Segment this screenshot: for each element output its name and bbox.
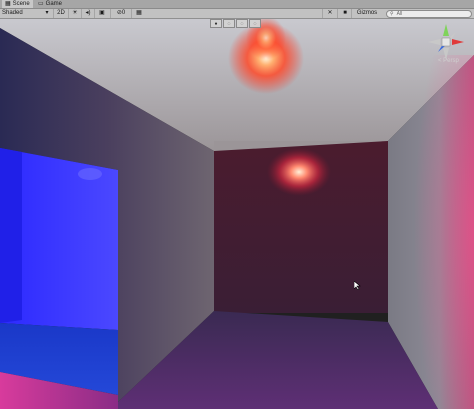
grid-icon[interactable]: ▦ (131, 9, 146, 18)
editor-tab-bar: ▦ Scene ▭ Game (0, 0, 474, 9)
tab-scene[interactable]: ▦ Scene (2, 0, 33, 8)
hidden-objects-count: 0 (121, 10, 126, 16)
hidden-objects-toggle[interactable]: ⊘ 0 (110, 9, 131, 18)
scene-viewport[interactable] (0, 19, 474, 409)
tab-game-label: Game (45, 1, 63, 7)
overlay-button-3[interactable]: ◌ (236, 19, 248, 28)
overlay-button-1[interactable]: ● (210, 19, 222, 28)
hierarchy-search-input[interactable]: ⚲ All (386, 10, 472, 18)
2d-mode-toggle[interactable]: 2D (53, 9, 68, 18)
projection-label[interactable]: < Persp (438, 58, 459, 64)
tab-game[interactable]: ▭ Game (35, 0, 65, 8)
overlay-button-4[interactable]: ◌ (249, 19, 261, 28)
tab-scene-label: Scene (12, 1, 30, 7)
search-placeholder: All (396, 11, 403, 17)
overlay-button-2[interactable]: ◌ (223, 19, 235, 28)
audio-icon[interactable]: ◂) (81, 9, 94, 18)
effects-icon[interactable]: ▣ (94, 9, 109, 18)
shading-mode-dropdown[interactable]: Shaded (2, 9, 46, 18)
gizmos-dropdown[interactable]: Gizmos (351, 9, 382, 18)
gizmos-label: Gizmos (356, 10, 378, 16)
tools-icon[interactable]: ✕ (322, 9, 337, 18)
lighting-icon[interactable]: ☀ (68, 9, 81, 18)
shading-mode-label: Shaded (2, 10, 23, 16)
scene-icon: ▦ (5, 1, 11, 7)
mouse-cursor-icon (354, 281, 361, 290)
game-icon: ▭ (38, 1, 44, 7)
scene-render (0, 19, 474, 409)
chevron-down-icon[interactable]: ▾ (44, 9, 50, 18)
camera-icon[interactable]: ■ (337, 9, 352, 18)
scene-overlay-toolbar: ● ◌ ◌ ◌ (210, 19, 261, 28)
search-icon: ⚲ (390, 11, 394, 17)
scene-toolbar: Shaded ▾ 2D ☀ ◂) ▣ ⊘ 0 ▦ ✕ ■ Gizmos ⚲ Al… (0, 9, 474, 19)
